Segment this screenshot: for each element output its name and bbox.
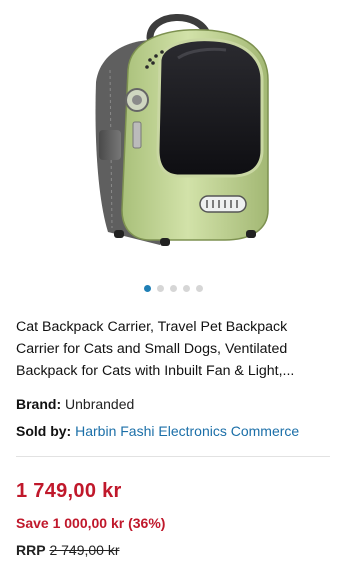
carousel-dot-active[interactable] bbox=[143, 285, 151, 292]
divider bbox=[16, 456, 330, 457]
carousel-dot[interactable] bbox=[156, 285, 164, 292]
carousel-dot[interactable] bbox=[169, 285, 177, 292]
current-price: 1 749,00 kr bbox=[16, 480, 122, 502]
seller-label: Sold by: bbox=[16, 423, 72, 439]
brand-label: Brand: bbox=[16, 396, 62, 412]
cat-backpack-image bbox=[95, 14, 269, 246]
image-carousel-dots[interactable] bbox=[0, 285, 346, 292]
rrp-label: RRP bbox=[16, 542, 46, 558]
rrp-row: RRP 2 749,00 kr bbox=[16, 542, 120, 558]
product-image[interactable] bbox=[0, 0, 346, 282]
brand-value: Unbranded bbox=[65, 396, 135, 412]
seller-link[interactable]: Harbin Fashi Electronics Commerce bbox=[75, 423, 299, 439]
brand-row: Brand: Unbranded bbox=[16, 396, 134, 412]
carousel-dot[interactable] bbox=[195, 285, 203, 292]
seller-row: Sold by: Harbin Fashi Electronics Commer… bbox=[16, 423, 299, 439]
carousel-dot[interactable] bbox=[182, 285, 190, 292]
rrp-value: 2 749,00 kr bbox=[49, 542, 120, 558]
savings-text: Save 1 000,00 kr (36%) bbox=[16, 515, 166, 531]
product-title: Cat Backpack Carrier, Travel Pet Backpac… bbox=[16, 319, 295, 379]
